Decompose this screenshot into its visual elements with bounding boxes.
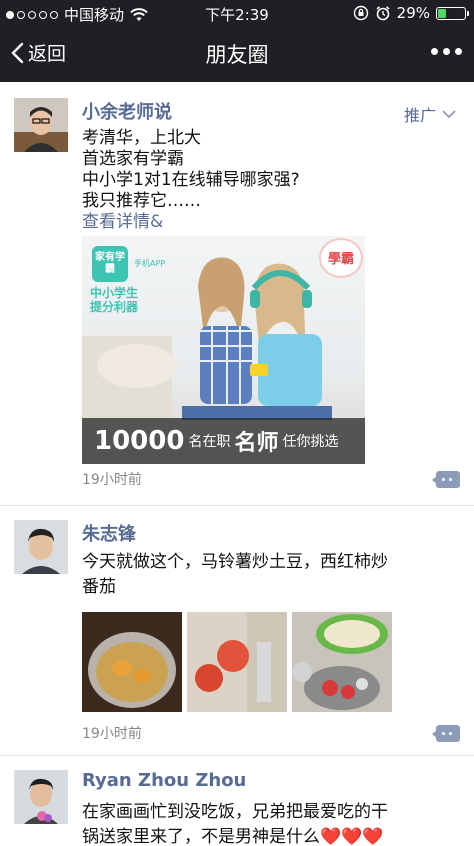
post-time: 19小时前 [82, 726, 142, 742]
comment-button[interactable] [432, 725, 460, 742]
page-title: 朋友圈 [205, 43, 269, 67]
avatar[interactable] [14, 98, 68, 152]
ad-banner-number: 10000 [94, 426, 185, 456]
more-button[interactable] [431, 48, 462, 55]
comment-button[interactable] [432, 471, 460, 488]
post-photo[interactable] [292, 612, 392, 712]
post-line: 考清华，上北大 [82, 128, 201, 148]
status-bar: 中国移动 下午2:39 29% [0, 0, 474, 26]
post-line: 锅送家里来了，不是男神是什么❤️❤️❤️ [82, 827, 384, 846]
alarm-icon [376, 6, 390, 21]
battery-percent: 29% [396, 4, 430, 22]
post-line: 我只推荐它…… [82, 191, 201, 211]
post-text: 今天就做这个，马铃薯炒土豆，西红柿炒 番茄 [82, 550, 454, 600]
ad-image[interactable]: 家有学霸 手机APP 中小学生 提分利器 學霸 10000 名在职 名师 任你挑… [82, 236, 365, 464]
promo-toggle[interactable]: 推广 [404, 102, 456, 126]
battery-fill [438, 8, 446, 18]
ad-badge: 學霸 [319, 238, 363, 278]
avatar[interactable] [14, 770, 68, 824]
promo-label: 推广 [403, 106, 436, 125]
more-dot [443, 48, 450, 55]
ad-banner-highlight: 名师 [234, 431, 279, 456]
ad-banner: 10000 名在职 名师 任你挑选 [82, 418, 365, 464]
status-right: 29% [353, 4, 469, 22]
ad-banner-text: 任你挑选 [282, 434, 339, 450]
avatar[interactable] [14, 520, 68, 574]
post-line: 今天就做这个，马铃薯炒土豆，西红柿炒 [82, 552, 388, 572]
more-dot [431, 48, 438, 55]
ad-slogan-line: 提分利器 [90, 300, 139, 314]
post-line: 在家画画忙到没吃饭，兄弟把最爱吃的干 [82, 802, 388, 822]
more-dot [455, 48, 462, 55]
view-details-link[interactable]: 查看详情& [82, 212, 454, 233]
post-line: 番茄 [82, 577, 116, 597]
battery-icon [436, 6, 469, 20]
moment-post: 朱志锋 今天就做这个，马铃薯炒土豆，西红柿炒 番茄 19小时前 [0, 506, 474, 756]
post-photo[interactable] [187, 612, 287, 712]
nav-bar: 返回 朋友圈 [0, 26, 474, 82]
moment-post: Ryan Zhou Zhou 在家画画忙到没吃饭，兄弟把最爱吃的干 锅送家里来了… [0, 756, 474, 846]
ad-slogan-line: 中小学生 [90, 286, 139, 300]
chevron-down-icon [442, 109, 456, 118]
post-text: 考清华，上北大 首选家有学霸 中小学1对1在线辅导哪家强? 我只推荐它…… 查看… [82, 128, 454, 233]
post-line: 首选家有学霸 [82, 149, 184, 169]
moments-feed: 小余老师说 推广 考清华，上北大 首选家有学霸 中小学1对1在线辅导哪家强? 我… [0, 82, 474, 846]
moment-post: 小余老师说 推广 考清华，上北大 首选家有学霸 中小学1对1在线辅导哪家强? 我… [0, 82, 474, 506]
author-name[interactable]: Ryan Zhou Zhou [82, 770, 246, 791]
post-text: 在家画画忙到没吃饭，兄弟把最爱吃的干 锅送家里来了，不是男神是什么❤️❤️❤️ [82, 800, 454, 846]
ad-brand-logo: 家有学霸 [92, 246, 128, 282]
ad-slogan: 中小学生 提分利器 [90, 286, 138, 314]
post-line: 中小学1对1在线辅导哪家强? [82, 170, 300, 190]
rotation-lock-icon [353, 5, 368, 21]
author-name[interactable]: 小余老师说 [82, 98, 172, 124]
author-name[interactable]: 朱志锋 [82, 520, 136, 546]
post-photo[interactable] [82, 612, 182, 712]
ad-app-label: 手机APP [134, 259, 166, 268]
post-time: 19小时前 [82, 472, 142, 488]
ad-banner-text: 名在职 [188, 434, 231, 450]
